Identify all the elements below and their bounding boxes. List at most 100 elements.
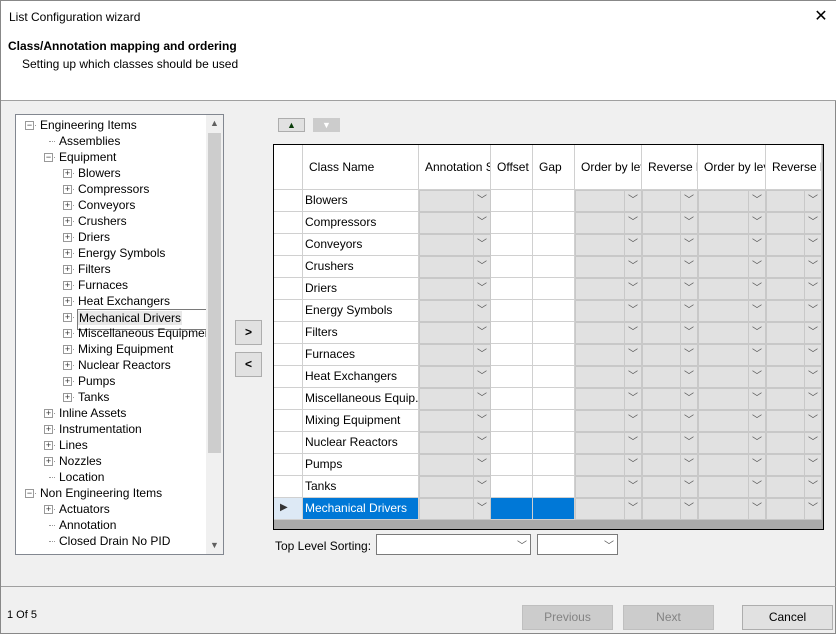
offset-cell[interactable] bbox=[491, 212, 533, 234]
tree-item[interactable]: Heat Exchangers bbox=[77, 293, 171, 309]
offset-cell[interactable] bbox=[491, 410, 533, 432]
offset-cell[interactable] bbox=[491, 366, 533, 388]
dropdown-cell[interactable]: ﹀ bbox=[766, 322, 822, 344]
chevron-down-icon[interactable]: ﹀ bbox=[680, 345, 697, 365]
offset-cell[interactable] bbox=[491, 190, 533, 212]
dropdown-cell[interactable]: ﹀ bbox=[419, 498, 491, 520]
chevron-down-icon[interactable]: ﹀ bbox=[680, 411, 697, 431]
class-name-cell[interactable]: Blowers bbox=[303, 190, 419, 212]
chevron-down-icon[interactable]: ﹀ bbox=[748, 455, 765, 475]
chevron-down-icon[interactable]: ﹀ bbox=[680, 191, 697, 211]
chevron-down-icon[interactable]: ﹀ bbox=[748, 301, 765, 321]
gap-cell[interactable] bbox=[533, 476, 575, 498]
chevron-down-icon[interactable]: ﹀ bbox=[624, 257, 641, 277]
row-header[interactable] bbox=[274, 256, 303, 278]
expand-icon[interactable]: + bbox=[44, 409, 53, 418]
expand-icon[interactable]: + bbox=[63, 265, 72, 274]
chevron-down-icon[interactable]: ﹀ bbox=[680, 323, 697, 343]
dropdown-cell[interactable]: ﹀ bbox=[698, 366, 766, 388]
row-header[interactable] bbox=[274, 476, 303, 498]
expand-icon[interactable]: + bbox=[44, 457, 53, 466]
chevron-down-icon[interactable]: ﹀ bbox=[804, 389, 821, 409]
dropdown-cell[interactable]: ﹀ bbox=[419, 344, 491, 366]
tree-item[interactable]: Blowers bbox=[77, 165, 122, 181]
chevron-down-icon[interactable]: ﹀ bbox=[473, 191, 490, 211]
chevron-down-icon[interactable]: ﹀ bbox=[748, 257, 765, 277]
offset-cell[interactable] bbox=[491, 234, 533, 256]
dropdown-cell[interactable]: ﹀ bbox=[642, 234, 698, 256]
tree-item[interactable]: Furnaces bbox=[77, 277, 129, 293]
dropdown-cell[interactable]: ﹀ bbox=[766, 190, 822, 212]
chevron-down-icon[interactable]: ﹀ bbox=[680, 455, 697, 475]
dropdown-cell[interactable]: ﹀ bbox=[575, 278, 642, 300]
chevron-down-icon[interactable]: ﹀ bbox=[804, 455, 821, 475]
chevron-down-icon[interactable]: ﹀ bbox=[624, 499, 641, 519]
chevron-down-icon[interactable]: ﹀ bbox=[680, 279, 697, 299]
chevron-down-icon[interactable]: ﹀ bbox=[624, 301, 641, 321]
dropdown-cell[interactable]: ﹀ bbox=[575, 476, 642, 498]
chevron-down-icon[interactable]: ﹀ bbox=[473, 455, 490, 475]
dropdown-cell[interactable]: ﹀ bbox=[575, 190, 642, 212]
expand-icon[interactable]: + bbox=[44, 441, 53, 450]
chevron-down-icon[interactable]: ﹀ bbox=[473, 477, 490, 497]
offset-cell[interactable] bbox=[491, 454, 533, 476]
chevron-down-icon[interactable]: ﹀ bbox=[804, 499, 821, 519]
collapse-icon[interactable]: − bbox=[25, 489, 34, 498]
chevron-down-icon[interactable]: ﹀ bbox=[804, 235, 821, 255]
gap-cell[interactable] bbox=[533, 388, 575, 410]
column-header[interactable]: Gap bbox=[533, 145, 575, 190]
offset-cell[interactable] bbox=[491, 300, 533, 322]
row-header[interactable] bbox=[274, 300, 303, 322]
row-header[interactable] bbox=[274, 322, 303, 344]
chevron-down-icon[interactable]: ﹀ bbox=[680, 499, 697, 519]
dropdown-cell[interactable]: ﹀ bbox=[419, 476, 491, 498]
chevron-down-icon[interactable]: ﹀ bbox=[748, 367, 765, 387]
gap-cell[interactable] bbox=[533, 432, 575, 454]
column-header[interactable]: Reverse level 2 bbox=[766, 145, 822, 190]
top-level-sorting-select[interactable]: ﹀ bbox=[376, 534, 531, 555]
row-header[interactable] bbox=[274, 432, 303, 454]
dropdown-cell[interactable]: ﹀ bbox=[575, 454, 642, 476]
expand-icon[interactable]: + bbox=[63, 201, 72, 210]
remove-class-button[interactable]: < bbox=[235, 352, 262, 377]
expand-icon[interactable]: + bbox=[63, 169, 72, 178]
dropdown-cell[interactable]: ﹀ bbox=[766, 344, 822, 366]
dropdown-cell[interactable]: ﹀ bbox=[575, 322, 642, 344]
dropdown-cell[interactable]: ﹀ bbox=[698, 322, 766, 344]
scroll-up-icon[interactable]: ▲ bbox=[206, 115, 223, 132]
dropdown-cell[interactable]: ﹀ bbox=[698, 432, 766, 454]
expand-icon[interactable]: + bbox=[44, 425, 53, 434]
row-header[interactable] bbox=[274, 344, 303, 366]
dropdown-cell[interactable]: ﹀ bbox=[766, 454, 822, 476]
chevron-down-icon[interactable]: ﹀ bbox=[473, 499, 490, 519]
gap-cell[interactable] bbox=[533, 366, 575, 388]
chevron-down-icon[interactable]: ﹀ bbox=[804, 323, 821, 343]
chevron-down-icon[interactable]: ﹀ bbox=[748, 279, 765, 299]
chevron-down-icon[interactable]: ﹀ bbox=[804, 433, 821, 453]
expand-icon[interactable]: + bbox=[63, 393, 72, 402]
dropdown-cell[interactable]: ﹀ bbox=[766, 366, 822, 388]
dropdown-cell[interactable]: ﹀ bbox=[766, 388, 822, 410]
chevron-down-icon[interactable]: ﹀ bbox=[624, 323, 641, 343]
dropdown-cell[interactable]: ﹀ bbox=[419, 256, 491, 278]
chevron-down-icon[interactable]: ﹀ bbox=[473, 411, 490, 431]
dropdown-cell[interactable]: ﹀ bbox=[575, 498, 642, 520]
dropdown-cell[interactable]: ﹀ bbox=[419, 322, 491, 344]
tree-item[interactable]: Filters bbox=[77, 261, 112, 277]
class-name-cell[interactable]: Crushers bbox=[303, 256, 419, 278]
tree-item[interactable]: Tanks bbox=[77, 389, 110, 405]
dropdown-cell[interactable]: ﹀ bbox=[575, 432, 642, 454]
chevron-down-icon[interactable]: ﹀ bbox=[680, 301, 697, 321]
dropdown-cell[interactable]: ﹀ bbox=[642, 322, 698, 344]
expand-icon[interactable]: + bbox=[63, 249, 72, 258]
chevron-down-icon[interactable]: ﹀ bbox=[680, 433, 697, 453]
row-header[interactable] bbox=[274, 454, 303, 476]
chevron-down-icon[interactable]: ﹀ bbox=[624, 213, 641, 233]
tree-item[interactable]: Equipment bbox=[58, 149, 117, 165]
tree-item[interactable]: Energy Symbols bbox=[77, 245, 166, 261]
chevron-down-icon[interactable]: ﹀ bbox=[473, 257, 490, 277]
chevron-down-icon[interactable]: ﹀ bbox=[624, 279, 641, 299]
collapse-icon[interactable]: − bbox=[25, 121, 34, 130]
move-down-button[interactable]: ▼ bbox=[313, 118, 340, 132]
class-name-cell[interactable]: Miscellaneous Equip... bbox=[303, 388, 419, 410]
